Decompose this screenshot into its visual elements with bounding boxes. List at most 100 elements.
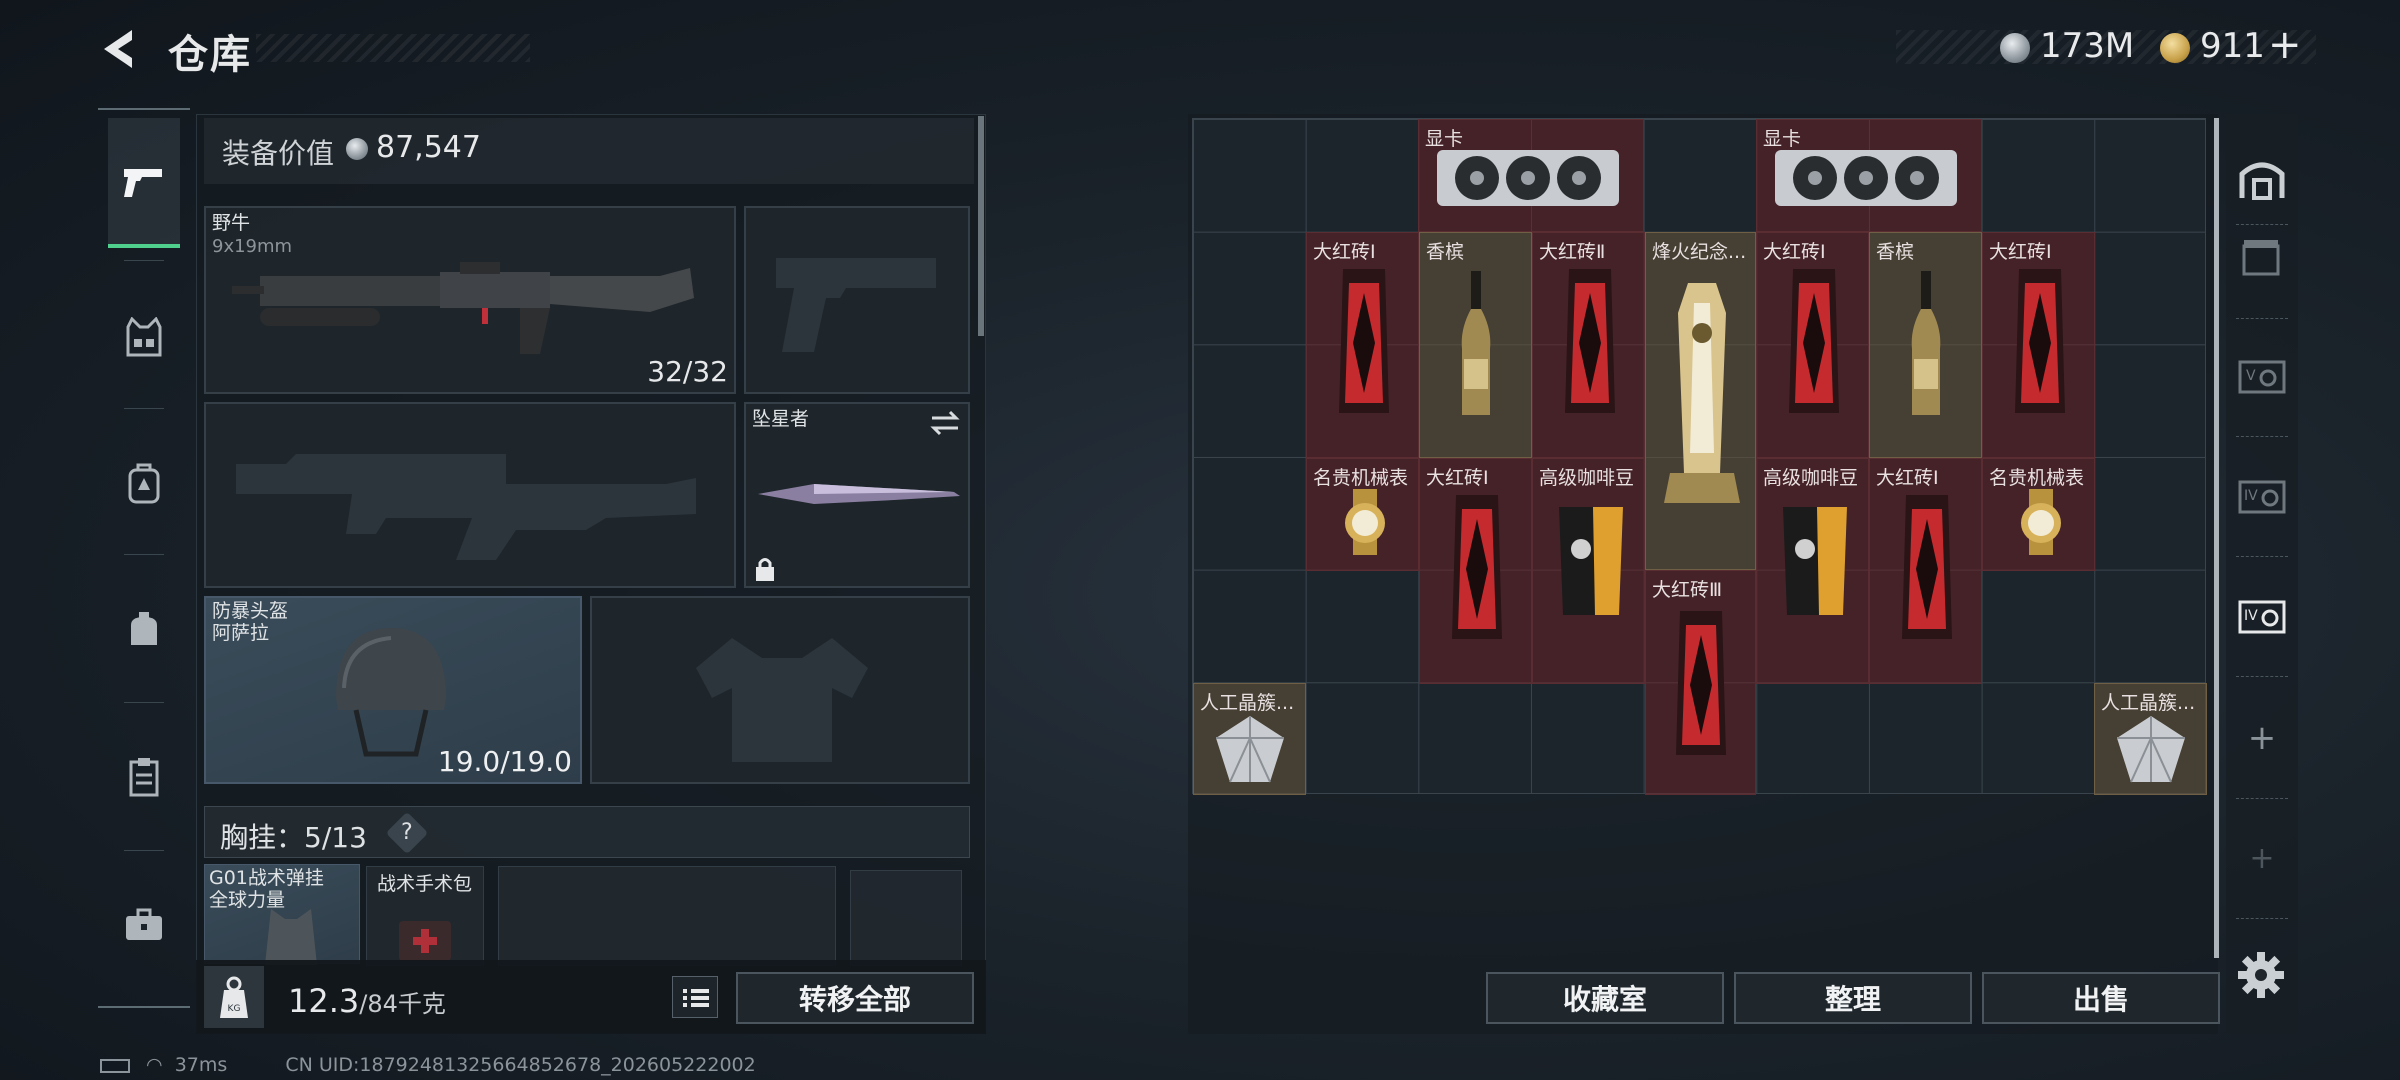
helmet-slot[interactable]: 防暴头盔 阿萨拉 19.0/19.0: [204, 596, 582, 784]
item-trophy[interactable]: 烽火纪念...: [1645, 232, 1756, 570]
add-currency-button[interactable]: +: [2268, 22, 2302, 68]
item-name: 香槟: [1426, 241, 1465, 263]
tab-separator: [2236, 318, 2288, 319]
champagne-image: [1461, 271, 1491, 415]
item-coffee[interactable]: 高级咖啡豆: [1756, 458, 1869, 684]
item-champagne[interactable]: 香槟: [1869, 232, 1982, 458]
nav-separator: [124, 850, 164, 851]
item-name: 名贵机械表: [1313, 467, 1409, 489]
nav-weapons[interactable]: [108, 118, 180, 248]
item-name: 大红砖Ⅱ: [1539, 241, 1606, 263]
weight-display: 12.3/84千克: [288, 982, 446, 1020]
item-watch[interactable]: 名贵机械表: [1982, 458, 2095, 571]
item-red-brick[interactable]: 大红砖Ⅱ: [1532, 232, 1645, 458]
tab-storage-1[interactable]: [2232, 228, 2292, 288]
swap-icon[interactable]: [930, 410, 960, 436]
coin-gold-icon: [2160, 33, 2190, 63]
backpack-icon: [128, 463, 160, 504]
svg-text:KG: KG: [228, 1004, 241, 1014]
battery-icon: [100, 1058, 130, 1073]
nav-containers[interactable]: [108, 712, 180, 842]
primary-weapon-slot[interactable]: 野牛 9x19mm 32/32: [204, 206, 736, 394]
item-name: 人工晶簇...: [2101, 692, 2196, 714]
item-name: 人工晶簇...: [1200, 692, 1295, 714]
nav-separator: [124, 260, 164, 261]
item-coffee[interactable]: 高级咖啡豆: [1532, 458, 1645, 684]
wifi-icon: ◠: [146, 1054, 163, 1076]
pistol-icon: [124, 169, 162, 197]
secondary-weapon-slot[interactable]: [204, 402, 736, 588]
red-brick-image: [1565, 269, 1615, 413]
tab-storage-4b-active[interactable]: IV: [2232, 586, 2292, 646]
item-red-brick[interactable]: 大红砖Ⅰ: [1869, 458, 1982, 684]
weapon-ammo-count: 32/32: [647, 355, 728, 388]
tab-warehouse[interactable]: [2232, 148, 2292, 208]
red-brick-image: [2015, 269, 2065, 413]
weight-max: /84千克: [359, 990, 446, 1018]
chest-item-slot[interactable]: 战术手术包: [366, 866, 484, 966]
transfer-all-button[interactable]: 转移全部: [736, 972, 974, 1024]
chest-rig-image: [265, 909, 317, 965]
melee-slot[interactable]: 坠星者: [744, 402, 970, 588]
item-champagne[interactable]: 香槟: [1419, 232, 1532, 458]
tab-storage-4a[interactable]: IV: [2232, 466, 2292, 526]
tab-separator: [2236, 798, 2288, 799]
item-red-brick[interactable]: 大红砖Ⅰ: [1419, 458, 1532, 684]
item-red-brick[interactable]: 大红砖Ⅰ: [1982, 232, 2095, 458]
nav-pouch[interactable]: [108, 564, 180, 694]
coffee-image: [1783, 507, 1847, 615]
watch-image: [1345, 489, 1385, 555]
weight-icon: KG: [220, 976, 248, 1018]
item-crystal[interactable]: 人工晶簇...: [2094, 683, 2207, 795]
plus-icon: +: [2249, 840, 2275, 876]
body-armor-slot[interactable]: [590, 596, 970, 784]
item-gpu[interactable]: 显卡: [1756, 119, 1982, 232]
storage-scrollbar[interactable]: [2214, 118, 2219, 958]
gpu-image: [1775, 150, 1957, 206]
chest-rig-name: G01战术弹挂: [209, 867, 324, 889]
item-watch[interactable]: 名贵机械表: [1306, 458, 1419, 571]
plus-icon[interactable]: +: [2232, 708, 2292, 768]
storage-iv-icon: IV: [2238, 600, 2286, 634]
clipboard-icon: [129, 758, 159, 797]
red-brick-image: [1676, 611, 1726, 755]
storage-v-icon: V: [2238, 360, 2286, 394]
pistol-slot[interactable]: [744, 206, 970, 394]
help-mark: ?: [401, 820, 413, 845]
item-red-brick[interactable]: 大红砖Ⅲ: [1645, 570, 1756, 795]
chest-empty-slots[interactable]: [498, 866, 836, 966]
chest-empty-slot[interactable]: [850, 870, 962, 966]
item-name: 烽火纪念...: [1652, 241, 1747, 263]
item-name: 高级咖啡豆: [1763, 467, 1859, 489]
equipment-value: 87,547: [376, 130, 481, 165]
lock-icon: [756, 558, 774, 581]
nav-armor[interactable]: [108, 272, 180, 402]
back-icon[interactable]: [96, 26, 142, 72]
sell-button[interactable]: 出售: [1982, 972, 2220, 1024]
watch-image: [2021, 489, 2061, 555]
sort-button[interactable]: 整理: [1734, 972, 1972, 1024]
nav-divider: [98, 1006, 190, 1008]
item-gpu[interactable]: 显卡: [1418, 119, 1644, 232]
collection-room-button[interactable]: 收藏室: [1486, 972, 1724, 1024]
chest-item-name: 战术手术包: [377, 873, 473, 895]
tab-storage-5[interactable]: V: [2232, 346, 2292, 406]
item-red-brick[interactable]: 大红砖Ⅰ: [1756, 232, 1869, 458]
red-brick-image: [1902, 495, 1952, 639]
chest-rig-slot[interactable]: G01战术弹挂 全球力量: [204, 864, 360, 965]
nav-backpack[interactable]: [108, 418, 180, 548]
item-red-brick[interactable]: 大红砖Ⅰ: [1306, 232, 1419, 458]
nav-toolbox[interactable]: [108, 860, 180, 990]
tab-separator: [2236, 436, 2288, 437]
item-name: 大红砖Ⅰ: [1313, 241, 1376, 263]
list-view-button[interactable]: [672, 976, 718, 1018]
item-crystal[interactable]: 人工晶簇...: [1193, 683, 1306, 795]
vest-icon: [126, 317, 162, 357]
tab-separator: [2236, 556, 2288, 557]
coin-silver-icon: [346, 138, 368, 160]
storage-grid[interactable]: 显卡 显卡 大红砖Ⅰ 香槟 大红砖Ⅱ 烽火纪念... 大红砖Ⅰ 香槟 大红砖Ⅰ …: [1192, 118, 2207, 795]
equipment-scrollbar[interactable]: [978, 116, 984, 336]
item-name: 大红砖Ⅰ: [1426, 467, 1489, 489]
gear-icon[interactable]: [2236, 950, 2286, 1000]
ping: 37ms: [174, 1054, 228, 1076]
